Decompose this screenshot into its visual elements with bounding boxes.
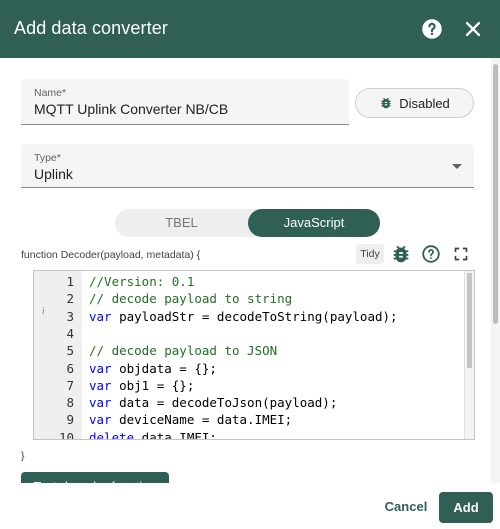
- dialog-title: Add data converter: [14, 18, 168, 38]
- code-editor[interactable]: i 1//Version: 0.1 2// decode payload to s…: [33, 270, 475, 440]
- dialog-content: Name* MQTT Uplink Converter NB/CB Disabl…: [0, 58, 500, 483]
- type-select-value: Uplink: [34, 166, 73, 182]
- line-number: 10: [58, 429, 74, 440]
- name-field-value: MQTT Uplink Converter NB/CB: [34, 101, 229, 117]
- line-number: 6: [66, 360, 74, 376]
- help-button[interactable]: [419, 16, 445, 42]
- line-number: 9: [66, 412, 74, 428]
- line-number: 2: [66, 291, 74, 307]
- editor-scrollbar[interactable]: [464, 271, 474, 439]
- code-line: 6 var objdata = {};: [34, 360, 464, 377]
- code-text: delete data.IMEI;: [89, 429, 217, 440]
- line-number: 5: [66, 343, 74, 359]
- function-closing-brace: }: [21, 450, 25, 462]
- code-line: 9 var deviceName = data.IMEI;: [34, 411, 464, 428]
- help-circle-icon: [422, 245, 440, 263]
- line-number: 4: [66, 325, 74, 341]
- test-decoder-button[interactable]: Test decoder function: [21, 472, 169, 483]
- line-number: 3: [66, 308, 74, 324]
- bug-icon: [381, 97, 391, 109]
- debug-button[interactable]: [390, 243, 412, 265]
- code-text: var obj1 = {};: [89, 377, 195, 393]
- dialog-header: Add data converter: [0, 0, 500, 58]
- type-select-label: Type*: [34, 152, 61, 164]
- close-icon: [465, 21, 481, 37]
- code-text: var deviceName = data.IMEI;: [89, 412, 293, 428]
- close-button[interactable]: [460, 16, 486, 42]
- debug-mode-label: Disabled: [399, 95, 450, 111]
- code-text: // decode payload to string: [89, 291, 293, 307]
- code-line: 4: [34, 325, 464, 342]
- script-language-toggle: TBEL JavaScript: [115, 209, 380, 237]
- cancel-button[interactable]: Cancel: [378, 496, 434, 518]
- name-field-label: Name*: [34, 87, 67, 99]
- editor-help-button[interactable]: [420, 243, 442, 265]
- dropdown-arrow-icon: [452, 164, 462, 169]
- code-line: 8 var data = decodeToJson(payload);: [34, 394, 464, 411]
- help-circle-icon: [422, 19, 442, 39]
- code-line: 3 var payloadStr = decodeToString(payload…: [34, 308, 464, 325]
- code-line: 10 delete data.IMEI;: [34, 429, 464, 440]
- line-number: 7: [66, 377, 74, 393]
- code-line: 2 // decode payload to string: [34, 290, 464, 307]
- dialog-footer: Cancel Add: [0, 483, 500, 529]
- code-text: var payloadStr = decodeToString(payload)…: [89, 308, 398, 324]
- code-text: var data = decodeToJson(payload);: [89, 395, 338, 411]
- dialog-scrollbar[interactable]: [491, 58, 500, 483]
- line-number: 1: [66, 274, 74, 289]
- code-line: 1 //Version: 0.1: [34, 273, 464, 290]
- fullscreen-icon: [454, 247, 468, 261]
- add-button[interactable]: Add: [439, 492, 493, 523]
- toggle-option-javascript[interactable]: JavaScript: [248, 209, 380, 237]
- type-select[interactable]: Type* Uplink: [21, 144, 474, 188]
- toggle-option-tbel[interactable]: TBEL: [115, 209, 248, 237]
- code-text: var objdata = {};: [89, 360, 217, 376]
- bug-icon: [393, 245, 409, 263]
- name-field[interactable]: Name* MQTT Uplink Converter NB/CB: [21, 79, 349, 125]
- code-text: //Version: 0.1: [89, 274, 195, 289]
- code-text: // decode payload to JSON: [89, 343, 278, 359]
- function-signature: function Decoder(payload, metadata) {: [21, 249, 201, 261]
- tidy-button[interactable]: Tidy: [356, 244, 384, 264]
- line-number: 8: [66, 395, 74, 411]
- code-line: 7 var obj1 = {};: [34, 377, 464, 394]
- debug-mode-button[interactable]: Disabled: [355, 88, 474, 118]
- fullscreen-button[interactable]: [450, 243, 472, 265]
- code-line: 5 // decode payload to JSON: [34, 342, 464, 359]
